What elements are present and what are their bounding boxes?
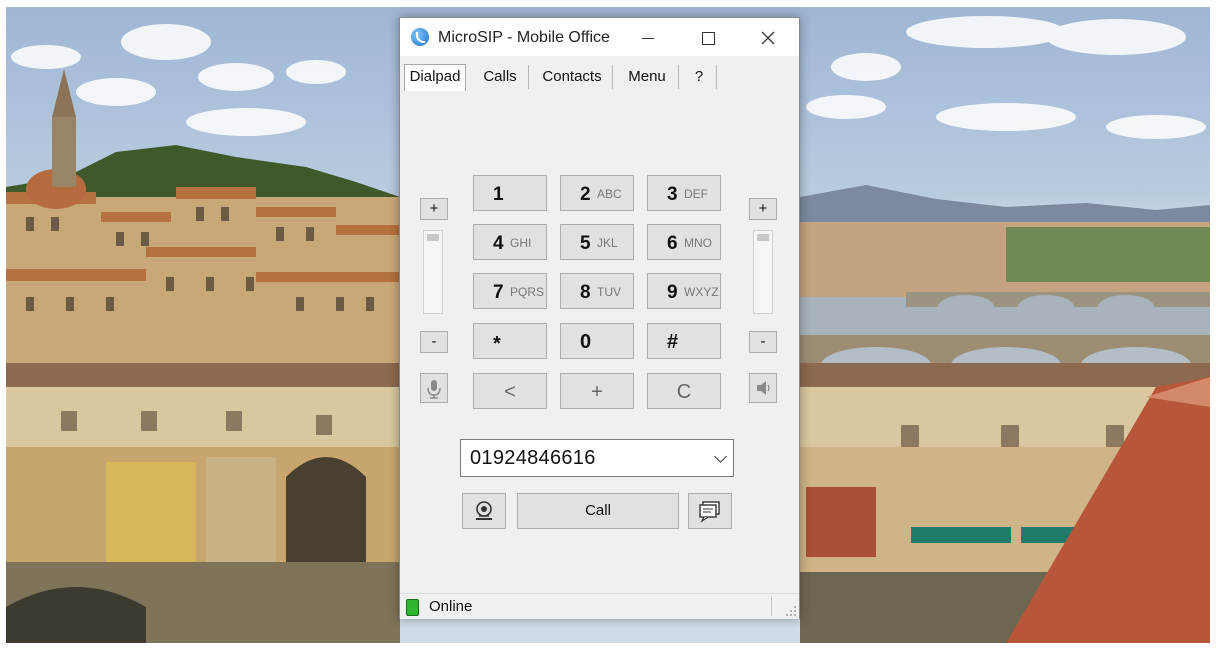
clear-button[interactable]: C xyxy=(647,373,721,409)
tab-dialpad[interactable]: Dialpad xyxy=(404,64,466,91)
webcam-icon xyxy=(476,501,492,520)
key-3[interactable]: 3 DEF xyxy=(647,175,721,211)
microphone-icon xyxy=(427,380,441,399)
key-digit: 2 xyxy=(580,184,591,205)
key-6[interactable]: 6 MNO xyxy=(647,224,721,260)
key-digit: 9 xyxy=(667,282,678,303)
key-digit: 1 xyxy=(493,184,504,205)
key-8[interactable]: 8 TUV xyxy=(560,273,634,309)
tab-menu[interactable]: Menu xyxy=(616,65,679,89)
key-letters: TUV xyxy=(597,285,621,299)
status-bar: Online xyxy=(400,593,799,619)
key-digit: < xyxy=(504,381,516,403)
key-letters: ABC xyxy=(597,187,622,201)
maximize-icon xyxy=(701,31,715,45)
key-digit: 0 xyxy=(580,331,592,353)
key-letters: PQRS xyxy=(510,285,545,299)
speaker-volume-down-button[interactable]: - xyxy=(749,331,777,353)
key-star[interactable]: * xyxy=(473,323,547,359)
message-button[interactable] xyxy=(688,493,732,529)
microsip-window: MicroSIP - Mobile Office Dialpad Calls C… xyxy=(399,17,800,619)
key-5[interactable]: 5 JKL xyxy=(560,224,634,260)
window-title: MicroSIP - Mobile Office xyxy=(438,29,610,46)
title-bar[interactable]: MicroSIP - Mobile Office xyxy=(400,18,799,56)
mute-mic-button[interactable] xyxy=(420,373,448,403)
tab-contacts[interactable]: Contacts xyxy=(532,65,613,89)
speaker-volume-slider[interactable] xyxy=(753,230,773,314)
minimize-icon xyxy=(642,37,654,39)
key-letters: DEF xyxy=(684,187,708,201)
speaker-icon xyxy=(757,381,770,395)
key-digit: * xyxy=(493,333,501,355)
key-digit: 3 xyxy=(667,184,678,205)
key-2[interactable]: 2 ABC xyxy=(560,175,634,211)
key-1[interactable]: 1 xyxy=(473,175,547,211)
number-combobox[interactable]: 01924846616 xyxy=(460,439,734,477)
chevron-down-icon[interactable] xyxy=(714,450,727,463)
key-digit: 6 xyxy=(667,233,678,254)
key-digit: 8 xyxy=(580,282,591,303)
status-divider xyxy=(771,597,772,616)
tab-help[interactable]: ? xyxy=(682,65,717,89)
mute-speaker-button[interactable] xyxy=(749,373,777,403)
key-9[interactable]: 9 WXYZ xyxy=(647,273,721,309)
call-button[interactable]: Call xyxy=(517,493,679,529)
key-plus[interactable]: + xyxy=(560,373,634,409)
minimize-button[interactable] xyxy=(618,18,678,56)
key-4[interactable]: 4 GHI xyxy=(473,224,547,260)
key-letters: MNO xyxy=(684,236,712,250)
message-icon xyxy=(699,501,720,523)
mic-volume-down-button[interactable]: - xyxy=(420,331,448,353)
key-digit: # xyxy=(667,331,679,353)
close-button[interactable] xyxy=(738,18,798,56)
close-icon xyxy=(761,31,775,45)
key-digit: C xyxy=(676,381,692,403)
backspace-button[interactable]: < xyxy=(473,373,547,409)
key-hash[interactable]: # xyxy=(647,323,721,359)
mic-volume-thumb[interactable] xyxy=(427,234,439,241)
key-7[interactable]: 7 PQRS xyxy=(473,273,547,309)
status-text: Online xyxy=(429,598,473,615)
key-letters: JKL xyxy=(597,236,618,250)
tab-bar: Dialpad Calls Contacts Menu ? xyxy=(400,56,799,96)
mic-volume-slider[interactable] xyxy=(423,230,443,314)
key-0[interactable]: 0 xyxy=(560,323,634,359)
microsip-logo-icon xyxy=(411,28,429,46)
key-digit: + xyxy=(591,381,603,403)
key-digit: 4 xyxy=(493,233,504,254)
maximize-button[interactable] xyxy=(678,18,738,56)
number-input[interactable]: 01924846616 xyxy=(470,447,596,470)
speaker-volume-thumb[interactable] xyxy=(757,234,769,241)
key-letters: GHI xyxy=(510,236,532,250)
online-status-icon xyxy=(406,599,419,616)
video-call-button[interactable] xyxy=(462,493,506,529)
key-digit: 5 xyxy=(580,233,591,254)
resize-grip-icon[interactable] xyxy=(786,606,796,616)
key-letters: WXYZ xyxy=(684,285,719,299)
tab-calls[interactable]: Calls xyxy=(472,65,529,89)
mic-volume-up-button[interactable]: + xyxy=(420,198,448,220)
speaker-volume-up-button[interactable]: + xyxy=(749,198,777,220)
key-digit: 7 xyxy=(493,282,504,303)
